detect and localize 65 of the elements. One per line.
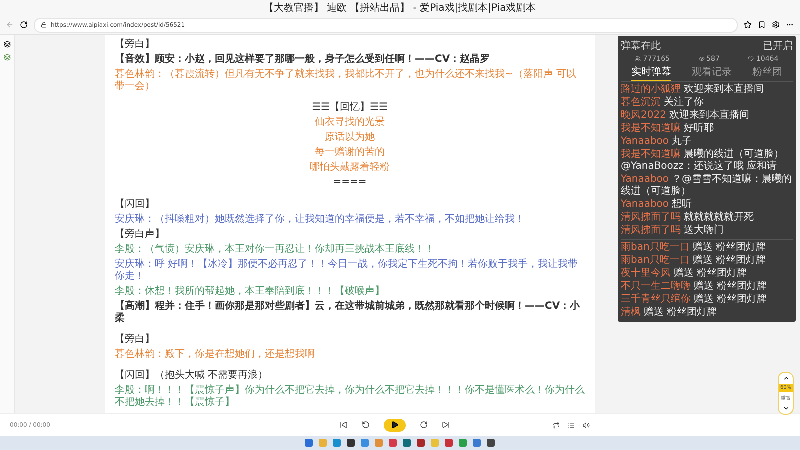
script-line: 【高潮】程并：住手！画你那是那对些剧者】云，在这带城前城弟，既然那就看那个时候啊！——CV：小柔 bbox=[115, 300, 582, 324]
rewind-icon bbox=[362, 421, 370, 429]
lyric-line: 哪怕头戴露着轻粉 bbox=[309, 162, 391, 174]
down-icon[interactable] bbox=[782, 405, 790, 412]
favorites-icon[interactable] bbox=[744, 21, 752, 29]
gift-message: 不只一生二嗨嗨 赠送 粉丝团灯牌 bbox=[621, 281, 768, 293]
playlist-icon bbox=[568, 422, 575, 428]
script-line: 李殷：休想！我所的帮起她，本王奉陪到底！！！【破喉声】 bbox=[115, 286, 386, 298]
chat-message: 路过的小狐狸 欢迎来到本直播间 bbox=[621, 84, 765, 96]
bookmark-icon[interactable] bbox=[758, 21, 766, 29]
section-heading: 【旁白】 bbox=[115, 39, 156, 51]
chat-tab[interactable]: 观看记录 bbox=[692, 65, 732, 81]
script-line: 安庆琳：呼 好啊！【冰冷】那便不必再忍了！！今日一战，你我定下生死不拘！若你败于我手，我让我带你走！ bbox=[115, 258, 580, 282]
chat-title: 弹幕在此 bbox=[621, 40, 661, 53]
repeat-icon bbox=[553, 422, 560, 428]
gift-message: 雨ban只吃一口 赠送 粉丝团灯牌 bbox=[621, 242, 768, 254]
chat-message: 我是不知道嘛 晨曦的线进（可道脸）@YanaBoozz：还说这了哦 应和请 bbox=[621, 149, 785, 173]
up-icon[interactable] bbox=[782, 375, 790, 382]
chat-message: 清风拂面了吗 就就就就就开死 bbox=[621, 212, 755, 224]
script-line: 【音效】顾安：小赵，回见这样要了那哪一般，身子怎么受到任啊！——CV：赵晶罗 bbox=[115, 54, 492, 66]
chat-message: Yanaaboo ？@雪雪不知道嘛：晨曦的线进（可道脸） bbox=[621, 174, 793, 198]
settings-icon[interactable] bbox=[772, 21, 780, 29]
repeat-button[interactable] bbox=[553, 422, 560, 428]
chat-message: 清风拂面了吗 送大嗨门 bbox=[621, 225, 725, 237]
volume-button[interactable] bbox=[583, 422, 590, 428]
chat-tab[interactable]: 粉丝团 bbox=[752, 65, 783, 81]
section-heading: 【旁白】 bbox=[115, 334, 156, 346]
playlist-button[interactable] bbox=[568, 422, 575, 428]
lock-icon bbox=[41, 22, 47, 28]
chat-message: 暮色沉沉 关注了你 bbox=[621, 97, 705, 109]
section-heading: 【闪回】（抱头大喊 不需要再浪） bbox=[115, 370, 270, 382]
rewind-button[interactable] bbox=[362, 421, 370, 429]
gift-message: 清枫 赠送 粉丝团灯牌 bbox=[621, 307, 718, 319]
chat-status: 已开启 bbox=[763, 40, 793, 53]
play-icon bbox=[391, 421, 399, 429]
script-line: 李殷：啊！！！【震惊子声】你为什么不把它去掉，你为什么不把它去掉！！！你不是懂医术么！你为什么不把她去掉！！【震惊子】 bbox=[115, 385, 585, 409]
lyric-line: ==== bbox=[332, 177, 368, 190]
lyric-line: 仙衣寻找的光景 bbox=[314, 117, 386, 130]
next-icon bbox=[442, 421, 450, 429]
chat-message: 我是不知道嘛 好听耶 bbox=[621, 123, 715, 135]
previous-icon bbox=[340, 421, 348, 429]
chat-message: Yanaaboo 想听 bbox=[621, 199, 694, 211]
chat-message: Yanaaboo 丸子 bbox=[621, 136, 694, 148]
script-line: 暮色林韵：（暮霞流转）但凡有无不争了就来找我，我都比不开了，也为什么还不来找我~（落阳声 可以带一会） bbox=[115, 69, 578, 93]
section-heading: 【旁白声】 bbox=[115, 228, 166, 240]
refresh-icon[interactable] bbox=[20, 21, 28, 29]
chat-message: 晚风2022 欢迎来到本直播间 bbox=[621, 110, 750, 122]
volume-icon bbox=[583, 422, 590, 428]
gift-message: 夜十里今风 赠送 粉丝团灯牌 bbox=[621, 268, 748, 280]
lyric-line: 原话以为她 bbox=[324, 132, 376, 144]
script-line: 安庆琳：（抖嗓粗对）她既然选择了你，让我知道的幸福便是，若不幸福，不如把她让给我！ bbox=[115, 214, 526, 226]
script-line: 李殷：（气愤）安庆琳，本王对你一再忍让！你却再三挑战本王底线！！ bbox=[115, 244, 436, 256]
forward-button[interactable] bbox=[420, 421, 428, 429]
window-title: 【大教官播】 迪欧 【拼站出品】 - 爱Pia戏|找剧本|Pia戏剧本 bbox=[264, 2, 536, 15]
gift-message: 雨ban只吃一口 赠送 粉丝团灯牌 bbox=[621, 255, 768, 267]
section-heading: 【闪回】 bbox=[115, 198, 156, 210]
lyric-line: ☰☰【回忆】☰☰ bbox=[311, 102, 389, 114]
next-button[interactable] bbox=[442, 421, 450, 429]
script-line: 暮色林韵：殿下，你是在想她们，还是想我啊 bbox=[115, 348, 316, 361]
play-button[interactable] bbox=[384, 418, 406, 432]
forward-icon bbox=[420, 421, 428, 429]
chat-tab[interactable]: 实时弹幕 bbox=[631, 65, 672, 81]
lyric-line: 每一赠谢的苦的 bbox=[314, 147, 386, 160]
gift-message: 三千青丝只绾你 赠送 粉丝团灯牌 bbox=[621, 294, 768, 306]
previous-button[interactable] bbox=[340, 421, 348, 429]
